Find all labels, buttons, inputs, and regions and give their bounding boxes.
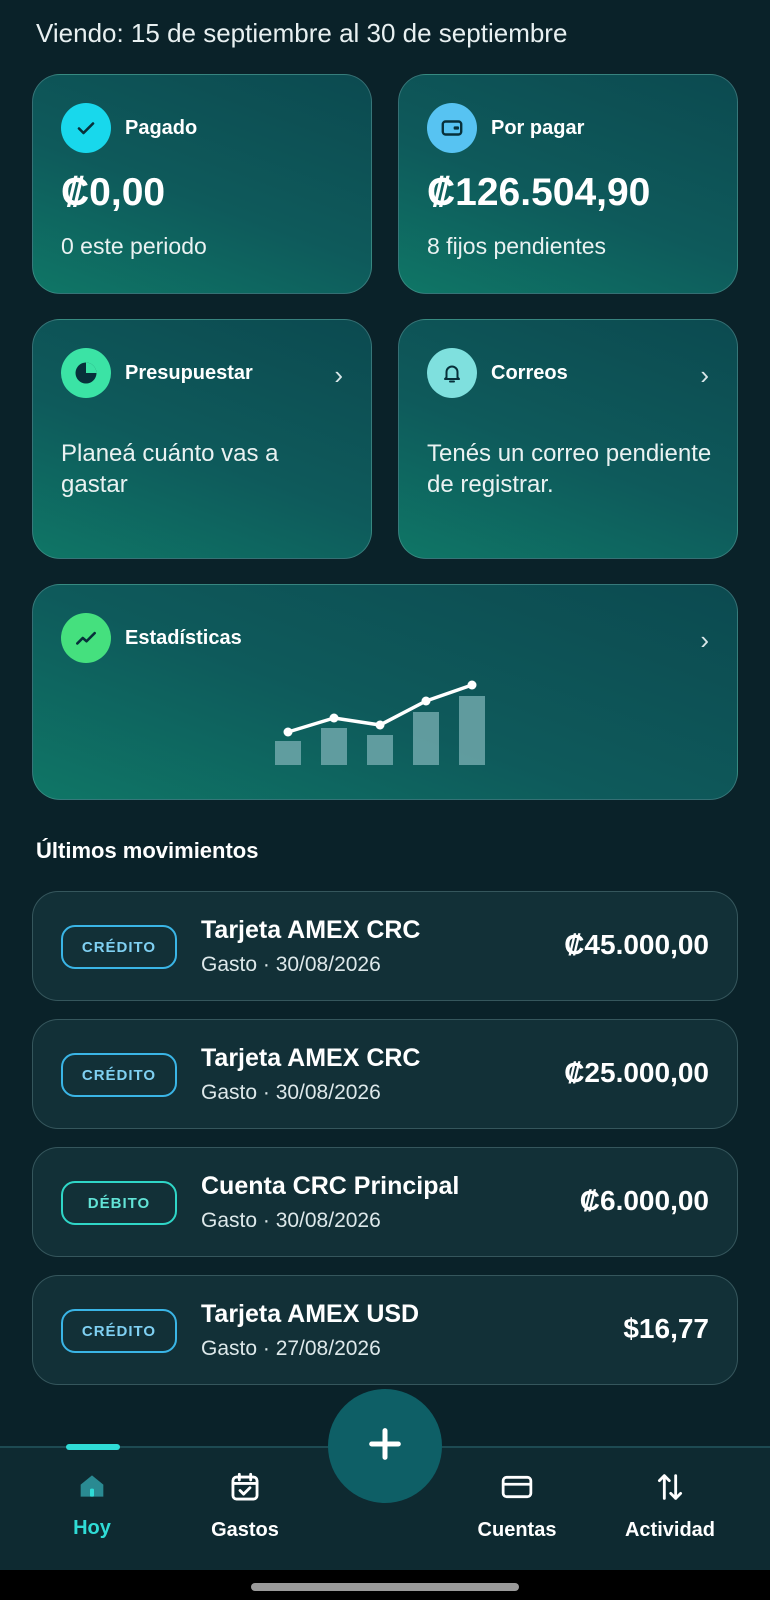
pie-chart-icon xyxy=(61,348,111,398)
nav-item-expenses[interactable]: Gastos xyxy=(185,1470,305,1542)
budget-title: Presupuestar xyxy=(125,361,253,384)
check-icon xyxy=(61,103,111,153)
budget-description: Planeá cuánto vas a gastar xyxy=(61,440,279,498)
chevron-right-icon: › xyxy=(700,360,709,390)
credit-badge: CRÉDITO xyxy=(61,1053,177,1097)
period-label: Viendo: 15 de septiembre al 30 de septie… xyxy=(36,18,568,48)
paid-amount: ₡0,00 xyxy=(61,171,166,214)
home-icon xyxy=(76,1470,108,1507)
emails-title: Correos xyxy=(491,361,568,384)
to-pay-amount: ₡126.504,90 xyxy=(427,171,651,214)
emails-card[interactable]: Correos › Tenés un correo pendiente de r… xyxy=(398,319,738,559)
to-pay-subtitle: 8 fijos pendientes xyxy=(427,233,607,259)
transaction-row[interactable]: CRÉDITO Tarjeta AMEX CRC Gasto · 30/08/2… xyxy=(32,891,738,1001)
transaction-row[interactable]: DÉBITO Cuenta CRC Principal Gasto · 30/0… xyxy=(32,1147,738,1257)
chevron-right-icon: › xyxy=(334,360,343,390)
stats-illustration xyxy=(275,680,485,765)
budget-card[interactable]: Presupuestar › Planeá cuánto vas a gasta… xyxy=(32,319,372,559)
nav-item-accounts[interactable]: Cuentas xyxy=(457,1470,577,1542)
credit-card-icon xyxy=(499,1470,535,1509)
credit-badge: CRÉDITO xyxy=(61,1309,177,1353)
debit-badge: DÉBITO xyxy=(61,1181,177,1225)
nav-label-activity: Actividad xyxy=(624,1519,716,1541)
to-pay-title: Por pagar xyxy=(491,116,585,139)
transaction-row[interactable]: CRÉDITO Tarjeta AMEX USD Gasto · 27/08/2… xyxy=(32,1275,738,1385)
transaction-meta: Gasto · 30/08/2026 xyxy=(201,953,381,976)
nav-label-accounts: Cuentas xyxy=(477,1519,557,1541)
active-tab-indicator xyxy=(66,1444,120,1450)
stats-card[interactable]: Estadísticas › xyxy=(32,584,738,800)
transaction-name: Tarjeta AMEX CRC xyxy=(201,916,421,944)
home-gesture-handle[interactable] xyxy=(251,1583,519,1591)
swap-arrows-icon xyxy=(653,1470,687,1509)
wallet-icon xyxy=(427,103,477,153)
transaction-name: Tarjeta AMEX USD xyxy=(201,1300,420,1328)
paid-card[interactable]: Pagado ₡0,00 0 este periodo xyxy=(32,74,372,294)
plus-icon xyxy=(365,1424,405,1469)
transaction-meta: Gasto · 27/08/2026 xyxy=(201,1337,381,1360)
credit-badge: CRÉDITO xyxy=(61,925,177,969)
emails-description: Tenés un correo pendiente de registrar. xyxy=(427,440,712,498)
transaction-meta: Gasto · 30/08/2026 xyxy=(201,1209,381,1232)
transaction-amount: ₡6.000,00 xyxy=(579,1185,709,1216)
nav-item-today[interactable]: Hoy xyxy=(32,1470,152,1540)
nav-item-activity[interactable]: Actividad xyxy=(610,1470,730,1542)
transaction-amount: $16,77 xyxy=(623,1313,709,1344)
add-button[interactable] xyxy=(328,1389,442,1503)
transaction-amount: ₡45.000,00 xyxy=(564,929,709,960)
calendar-check-icon xyxy=(228,1470,262,1509)
transaction-meta: Gasto · 30/08/2026 xyxy=(201,1081,381,1104)
paid-title: Pagado xyxy=(125,116,198,139)
nav-label-today: Hoy xyxy=(73,1517,111,1539)
transaction-amount: ₡25.000,00 xyxy=(564,1057,709,1088)
to-pay-card[interactable]: Por pagar ₡126.504,90 8 fijos pendientes xyxy=(398,74,738,294)
paid-subtitle: 0 este periodo xyxy=(61,233,207,259)
bell-icon xyxy=(427,348,477,398)
transaction-row[interactable]: CRÉDITO Tarjeta AMEX CRC Gasto · 30/08/2… xyxy=(32,1019,738,1129)
transaction-name: Cuenta CRC Principal xyxy=(201,1172,460,1200)
nav-label-expenses: Gastos xyxy=(211,1519,279,1541)
section-title-movements: Últimos movimientos xyxy=(36,838,259,863)
transaction-name: Tarjeta AMEX CRC xyxy=(201,1044,421,1072)
